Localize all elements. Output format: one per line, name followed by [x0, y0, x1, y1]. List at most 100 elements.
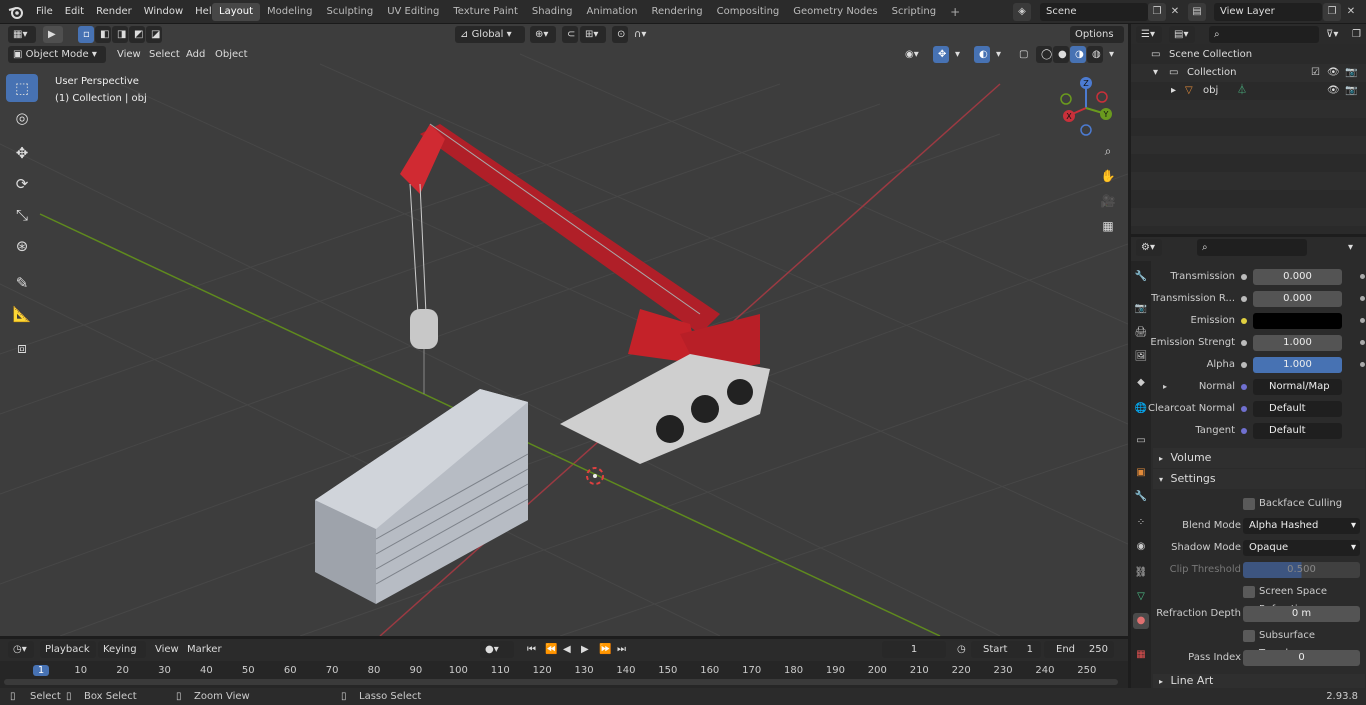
tool-tab-icon[interactable]: 🔧 — [1133, 269, 1149, 285]
play-reverse-icon[interactable]: ◀ — [558, 641, 572, 658]
tab-shading[interactable]: Shading — [525, 3, 580, 21]
ortho-grid-icon[interactable]: ▦ — [1097, 215, 1119, 237]
timeline-editor-type-icon[interactable]: ◷▾ — [8, 641, 34, 658]
transform-tool-icon[interactable]: ⊛ — [6, 232, 38, 260]
zoom-icon[interactable]: ⌕ — [1097, 140, 1119, 162]
tab-modeling[interactable]: Modeling — [260, 3, 320, 21]
sss-translucency-checkbox[interactable] — [1243, 630, 1255, 642]
jump-keyframe-back-icon[interactable]: ⏪ — [540, 641, 557, 658]
object-render-icon[interactable]: 📷 — [1345, 82, 1357, 100]
tab-rendering[interactable]: Rendering — [645, 3, 710, 21]
keyframe-dot-icon[interactable] — [1360, 296, 1365, 301]
modifier-tab-icon[interactable]: 🔧 — [1133, 489, 1149, 505]
overlays-dropdown-icon[interactable]: ▾ — [991, 46, 1005, 63]
tangent-field[interactable]: Default — [1253, 423, 1342, 439]
end-frame-field[interactable]: End 250 — [1044, 641, 1114, 658]
filter-icon[interactable]: ⊽▾ — [1321, 26, 1345, 43]
playback-menu[interactable]: Playback ▾ — [40, 641, 96, 672]
marker-menu[interactable]: Marker — [182, 641, 227, 658]
select-tool-icon[interactable]: ▶ — [43, 26, 63, 43]
auto-keying-icon[interactable]: ●▾ — [480, 641, 514, 658]
constraints-tab-icon[interactable]: ⛓ — [1133, 565, 1149, 581]
menu-object[interactable]: Object — [210, 46, 253, 63]
shading-solid-icon[interactable]: ● — [1053, 46, 1069, 63]
expand-normal-icon[interactable]: ▸ — [1163, 382, 1167, 391]
options-dropdown[interactable]: Options ▾ — [1070, 26, 1124, 57]
preview-range-icon[interactable]: ◷ — [952, 641, 968, 658]
ssr-checkbox[interactable] — [1243, 586, 1255, 598]
keying-menu[interactable]: Keying ▾ — [98, 641, 146, 672]
object-mode-dropdown[interactable]: ▣ Object Mode ▾ — [8, 46, 106, 63]
select-subtract-icon[interactable]: ◨ — [112, 26, 128, 43]
scale-tool-icon[interactable]: ⤡ — [6, 201, 38, 229]
select-box-tool-icon[interactable]: ⬚ — [6, 74, 38, 102]
tab-compositing[interactable]: Compositing — [710, 3, 787, 21]
scene-field[interactable]: Scene — [1040, 3, 1148, 21]
select-invert-icon[interactable]: ◩ — [129, 26, 145, 43]
object-visibility-icon[interactable]: 👁 — [1327, 82, 1340, 100]
refraction-depth-field[interactable]: 0 m — [1243, 606, 1360, 622]
physics-tab-icon[interactable]: ◉ — [1133, 539, 1149, 555]
clearcoat-normal-field[interactable]: Default — [1253, 401, 1342, 417]
menu-window[interactable]: Window — [138, 0, 189, 24]
timeline-view-menu[interactable]: View — [150, 641, 184, 658]
keyframe-dot-icon[interactable] — [1360, 340, 1365, 345]
jump-keyframe-forward-icon[interactable]: ⏩ — [594, 641, 611, 658]
object-tab-icon[interactable]: ▣ — [1133, 465, 1149, 481]
tab-uv-editing[interactable]: UV Editing — [380, 3, 446, 21]
output-tab-icon[interactable]: 🖨 — [1133, 325, 1149, 341]
view-layer-tab-icon[interactable]: 🖼 — [1133, 349, 1149, 365]
select-intersect-icon[interactable]: ◪ — [146, 26, 162, 43]
data-tab-icon[interactable]: ▽ — [1133, 589, 1149, 605]
gizmo-toggle-icon[interactable]: ✥ — [933, 46, 949, 63]
shading-material-icon[interactable]: ◑ — [1070, 46, 1086, 63]
editor-type-icon[interactable]: ▦▾ — [8, 26, 36, 43]
measure-tool-icon[interactable]: 📐 — [6, 300, 38, 328]
select-extend-icon[interactable]: ◧ — [95, 26, 111, 43]
material-tab-icon[interactable]: ● — [1133, 613, 1149, 629]
prop-screen-space-refraction[interactable]: Screen Space Refraction — [1153, 583, 1365, 615]
tab-geometry-nodes[interactable]: Geometry Nodes — [786, 3, 884, 21]
vector-socket-icon[interactable] — [1241, 384, 1247, 390]
outliner-editor-type-icon[interactable]: ☰▾ — [1136, 26, 1162, 43]
color-socket-icon[interactable] — [1241, 318, 1247, 324]
add-cube-tool-icon[interactable]: ⧈ — [6, 334, 38, 362]
prop-backface-culling[interactable]: Backface Culling — [1153, 495, 1365, 513]
proportional-edit-icon[interactable]: ⊙ — [612, 26, 628, 43]
annotate-tool-icon[interactable]: ✎ — [6, 269, 38, 297]
menu-render[interactable]: Render — [90, 0, 138, 24]
delete-scene-icon[interactable]: ✕ — [1166, 3, 1184, 21]
collection-tab-icon[interactable]: ▭ — [1133, 433, 1149, 449]
menu-edit[interactable]: Edit — [59, 0, 90, 24]
timeline-ruler[interactable]: 1 10 20 30 40 50 60 70 80 90 100 110 120 130 140 150 160… — [0, 661, 1128, 688]
prop-subsurface-translucency[interactable]: Subsurface Translucency — [1153, 627, 1365, 659]
delete-view-layer-icon[interactable]: ✕ — [1342, 3, 1360, 21]
settings-section-header[interactable]: ▾ Settings — [1153, 469, 1365, 489]
new-scene-icon[interactable]: ❐ — [1148, 3, 1166, 21]
menu-select[interactable]: Select — [144, 46, 185, 63]
expand-collection-icon[interactable]: ▾ — [1153, 64, 1158, 82]
keyframe-dot-icon[interactable] — [1360, 362, 1365, 367]
properties-editor-type-icon[interactable]: ⚙▾ — [1136, 239, 1162, 256]
cursor-tool-icon[interactable]: ◎ — [6, 104, 38, 132]
jump-start-icon[interactable]: ⏮ — [522, 641, 536, 658]
gizmo-dropdown-icon[interactable]: ▾ — [950, 46, 964, 63]
socket-icon[interactable] — [1241, 362, 1247, 368]
camera-view-icon[interactable]: 🎥 — [1097, 190, 1119, 212]
visibility-icon[interactable]: ◉▾ — [900, 46, 928, 63]
render-tab-icon[interactable]: 📷 — [1133, 301, 1149, 317]
normal-field[interactable]: Normal/Map — [1253, 379, 1342, 395]
current-frame-field[interactable]: 1 — [882, 641, 946, 658]
transmission-field[interactable]: 0.000 — [1253, 269, 1342, 285]
view-layer-field[interactable]: View Layer — [1214, 3, 1322, 21]
shadow-mode-dropdown[interactable]: Opaque ▾ — [1243, 540, 1360, 556]
shading-wireframe-icon[interactable]: ◯ — [1036, 46, 1052, 63]
outliner-row-collection[interactable]: ▾ ▭ Collection ☑ 👁 📷 — [1131, 64, 1366, 82]
tab-animation[interactable]: Animation — [580, 3, 645, 21]
vector-socket-icon[interactable] — [1241, 406, 1247, 412]
tab-scripting[interactable]: Scripting — [885, 3, 943, 21]
socket-icon[interactable] — [1241, 296, 1247, 302]
menu-view[interactable]: View — [112, 46, 146, 63]
menu-file[interactable]: File — [30, 0, 59, 24]
select-new-icon[interactable]: ▫ — [78, 26, 94, 43]
